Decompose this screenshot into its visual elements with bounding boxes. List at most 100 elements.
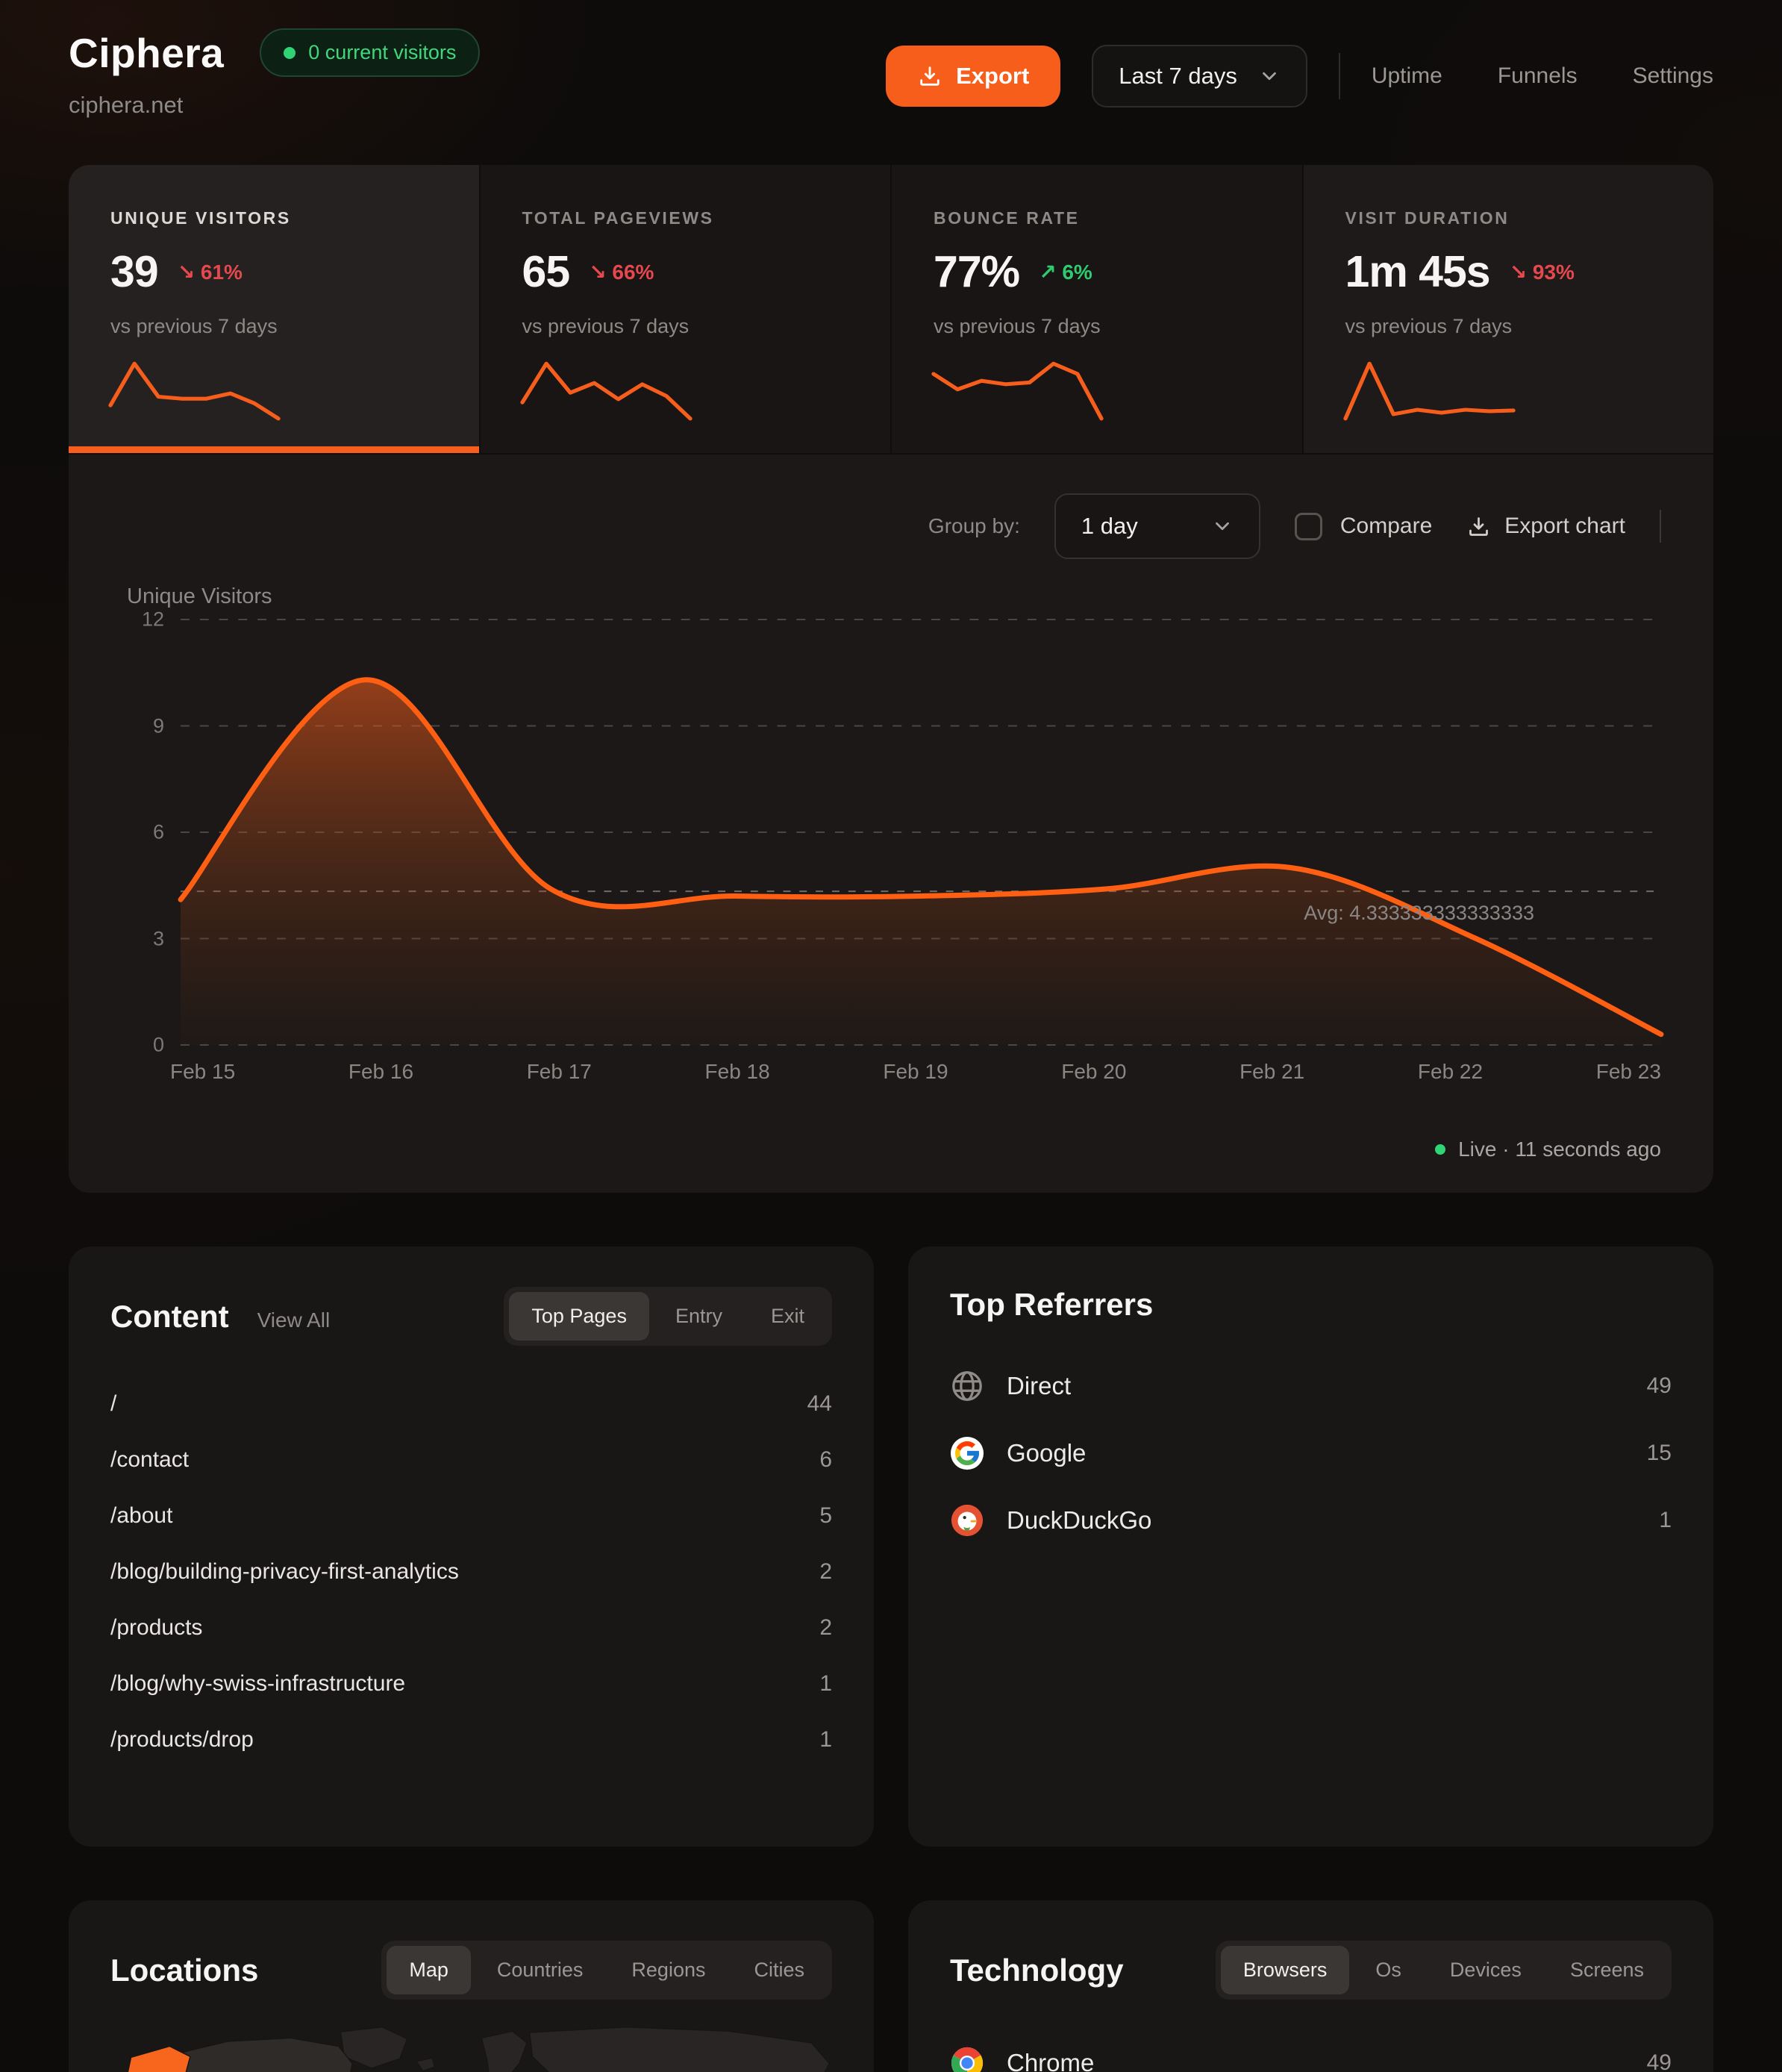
page-path: /products [110, 1615, 202, 1641]
stat-card-total-pageviews[interactable]: TOTAL PAGEVIEWS65↘ 66%vs previous 7 days [481, 165, 891, 453]
referrer-row[interactable]: DuckDuckGo1 [950, 1487, 1672, 1554]
x-tick: Feb 21 [1239, 1060, 1304, 1084]
google-icon [950, 1436, 984, 1470]
tab-top-pages[interactable]: Top Pages [509, 1292, 649, 1341]
nav-uptime[interactable]: Uptime [1372, 63, 1442, 89]
referrer-row-label: Direct [1007, 1372, 1071, 1400]
map-russia [530, 2027, 830, 2072]
x-tick: Feb 22 [1418, 1060, 1483, 1084]
stat-sparkline [1345, 358, 1513, 426]
y-tick: 9 [153, 714, 164, 737]
referrer-row-count: 15 [1647, 1441, 1672, 1466]
x-tick: Feb 15 [170, 1060, 235, 1084]
content-row[interactable]: /products/drop1 [110, 1711, 832, 1767]
browser-row-label: Chrome [1007, 2049, 1094, 2072]
page-path: /blog/why-swiss-infrastructure [110, 1671, 405, 1697]
stat-sparkline [522, 358, 690, 426]
export-button-label: Export [956, 63, 1029, 90]
page-count: 2 [819, 1615, 832, 1641]
top-nav: Uptime Funnels Settings [1372, 63, 1713, 89]
tab-exit[interactable]: Exit [748, 1292, 827, 1341]
y-tick: 6 [153, 821, 164, 844]
tab-devices[interactable]: Devices [1428, 1946, 1544, 1994]
content-tabs: Top PagesEntryExit [504, 1287, 832, 1346]
stat-value: 77% [934, 246, 1019, 297]
view-all-link[interactable]: View All [257, 1308, 331, 1332]
stat-label: BOUNCE RATE [934, 208, 1260, 228]
date-range-dropdown[interactable]: Last 7 days [1092, 45, 1307, 107]
referrer-row[interactable]: Google15 [950, 1420, 1672, 1487]
tab-regions[interactable]: Regions [609, 1946, 728, 1994]
content-row[interactable]: /blog/building-privacy-first-analytics2 [110, 1544, 832, 1600]
content-title: Content [110, 1299, 229, 1335]
stat-compare-label: vs previous 7 days [110, 315, 437, 338]
brand-block: Ciphera 0 current visitors ciphera.net [69, 28, 480, 119]
content-row[interactable]: /about5 [110, 1488, 832, 1544]
browser-row-count: 49 [1647, 2050, 1672, 2072]
unique-visitors-chart[interactable] [181, 620, 1661, 1045]
stat-value-row: 1m 45s↘ 93% [1345, 246, 1672, 297]
top-bar: Ciphera 0 current visitors ciphera.net E… [0, 0, 1782, 119]
compare-checkbox[interactable] [1295, 513, 1322, 540]
date-range-value: Last 7 days [1119, 63, 1237, 90]
referrers-title: Top Referrers [950, 1287, 1153, 1323]
page-path: /products/drop [110, 1727, 254, 1753]
chrome-icon [950, 2046, 984, 2072]
tab-os[interactable]: Os [1353, 1946, 1424, 1994]
stat-compare-label: vs previous 7 days [1345, 315, 1672, 338]
stat-card-unique-visitors[interactable]: UNIQUE VISITORS 39↘ 61% vs previous 7 days [69, 165, 479, 453]
technology-card: Technology BrowsersOsDevicesScreens Chro… [908, 1900, 1713, 2072]
tab-browsers[interactable]: Browsers [1221, 1946, 1350, 1994]
tab-entry[interactable]: Entry [653, 1292, 745, 1341]
tab-screens[interactable]: Screens [1548, 1946, 1666, 1994]
stat-value-row: 39↘ 61% [110, 246, 437, 297]
current-visitors-badge: 0 current visitors [260, 28, 480, 77]
stat-card-bounce-rate[interactable]: BOUNCE RATE77%↗ 6%vs previous 7 days [892, 165, 1302, 453]
middle-cards: Content View All Top PagesEntryExit /44/… [69, 1246, 1713, 1847]
globe-icon [950, 1369, 984, 1403]
export-chart-button[interactable]: Export chart [1466, 514, 1625, 539]
y-tick: 3 [153, 927, 164, 950]
top-actions: Export Last 7 days Uptime Funnels Settings [886, 45, 1713, 107]
page-path: /blog/building-privacy-first-analytics [110, 1559, 459, 1585]
compare-toggle[interactable]: Compare [1295, 513, 1432, 540]
stat-sparkline [110, 358, 278, 426]
stat-value: 1m 45s [1345, 246, 1490, 297]
export-button[interactable]: Export [886, 46, 1060, 107]
live-status: Live · 11 seconds ago [121, 1138, 1661, 1161]
compare-label: Compare [1340, 514, 1432, 539]
stat-card-visit-duration[interactable]: VISIT DURATION1m 45s↘ 93%vs previous 7 d… [1304, 165, 1714, 453]
stat-compare-label: vs previous 7 days [522, 315, 849, 338]
content-card: Content View All Top PagesEntryExit /44/… [69, 1246, 874, 1847]
controls-divider [1660, 510, 1661, 543]
tab-countries[interactable]: Countries [475, 1946, 606, 1994]
group-by-dropdown[interactable]: 1 day [1054, 493, 1260, 559]
locations-tabs: MapCountriesRegionsCities [381, 1941, 832, 2000]
stat-value-row: 77%↗ 6% [934, 246, 1260, 297]
chart-controls: Group by: 1 day Compare Export chart [121, 493, 1661, 559]
y-tick: 12 [142, 608, 164, 631]
x-tick: Feb 18 [705, 1060, 770, 1084]
content-row[interactable]: /blog/why-swiss-infrastructure1 [110, 1656, 832, 1711]
stat-label: UNIQUE VISITORS [110, 208, 437, 228]
stat-delta: ↘ 61% [178, 260, 243, 284]
current-visitors-label: 0 current visitors [308, 41, 456, 64]
referrer-row[interactable]: Direct49 [950, 1352, 1672, 1420]
stats-row: UNIQUE VISITORS 39↘ 61% vs previous 7 days… [69, 165, 1713, 455]
content-row[interactable]: /products 2 [110, 1600, 832, 1656]
locations-card: Locations MapCountriesRegionsCities [69, 1900, 874, 2072]
stat-label: TOTAL PAGEVIEWS [522, 208, 849, 228]
stat-sparkline [934, 358, 1101, 426]
world-map[interactable] [110, 2025, 832, 2072]
content-row[interactable]: /contact6 [110, 1432, 832, 1488]
page-count: 44 [807, 1391, 832, 1417]
tab-map[interactable]: Map [387, 1946, 471, 1994]
tab-cities[interactable]: Cities [731, 1946, 827, 1994]
plot-wrap: 129630 Avg: 4.333333333333333 [121, 620, 1661, 1045]
browser-row[interactable]: Chrome 49 [950, 2029, 1672, 2072]
page-path: /contact [110, 1447, 189, 1473]
content-row[interactable]: /44 [110, 1376, 832, 1432]
nav-funnels[interactable]: Funnels [1498, 63, 1578, 89]
live-dot-icon [1435, 1144, 1445, 1155]
nav-settings[interactable]: Settings [1633, 63, 1713, 89]
